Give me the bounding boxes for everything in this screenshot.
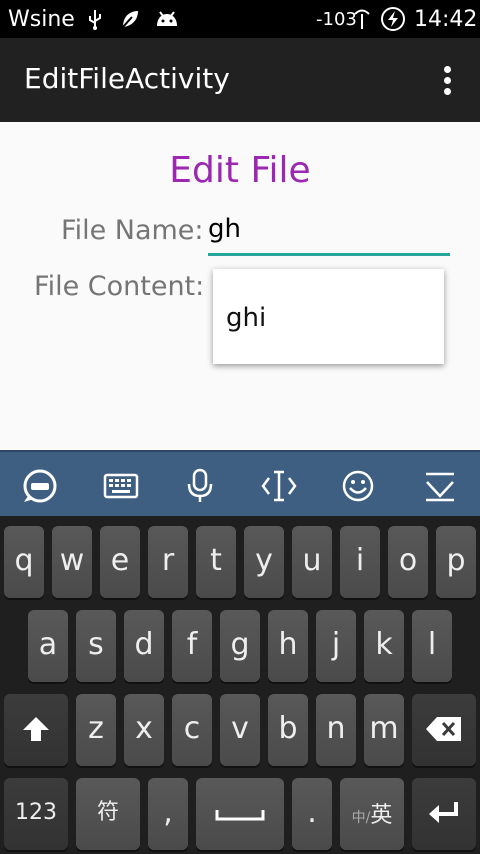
key-z[interactable]: z [76,694,116,766]
key-r[interactable]: r [148,526,188,598]
language-switch-key[interactable]: 中/英 [340,778,404,850]
signal-strength: -103 [316,9,357,30]
key-w[interactable]: w [52,526,92,598]
backspace-icon [426,717,461,741]
key-f[interactable]: f [172,610,212,682]
overflow-menu-icon[interactable] [436,62,460,98]
shift-arrow-icon [23,717,49,741]
period-key[interactable]: . [292,778,332,850]
key-h[interactable]: h [268,610,308,682]
carrier-name: Wsine [8,7,75,32]
battery-charging-icon [381,7,405,31]
key-p[interactable]: p [436,526,476,598]
key-x[interactable]: x [124,694,164,766]
wifi-icon [354,9,370,29]
key-k[interactable]: k [364,610,404,682]
emoji-icon[interactable] [338,466,378,506]
key-t[interactable]: t [196,526,236,598]
key-u[interactable]: u [292,526,332,598]
symbols-key[interactable]: 符 [76,778,140,850]
ime-toolbar [0,450,480,516]
autocomplete-dropdown[interactable]: ghi [213,269,444,364]
app-bar: EditFileActivity [0,38,480,122]
language-chinese-label: 中/ [351,810,371,826]
key-i[interactable]: i [340,526,380,598]
enter-icon [429,802,458,823]
shift-key[interactable] [4,694,68,766]
key-v[interactable]: v [220,694,260,766]
soft-keyboard: q w e r t y u i o p a s d f g h j k l z … [0,516,480,854]
microphone-icon[interactable] [180,466,220,506]
language-english-label: 英 [370,803,393,828]
file-content-label: File Content: [34,271,205,302]
space-key[interactable] [196,778,284,850]
key-q[interactable]: q [4,526,44,598]
key-n[interactable]: n [316,694,356,766]
file-name-input[interactable]: gh [208,214,450,256]
clock: 14:42 [414,7,478,32]
edit-file-form: Edit File File Name: gh File Content: gh… [0,122,480,450]
keyboard-icon[interactable] [101,466,141,506]
key-g[interactable]: g [220,610,260,682]
usb-icon [89,10,101,30]
status-bar: Wsine -103 14:42 [0,0,480,38]
key-s[interactable]: s [76,610,116,682]
key-b[interactable]: b [268,694,308,766]
key-o[interactable]: o [388,526,428,598]
ifly-logo-icon[interactable] [20,466,60,506]
key-j[interactable]: j [316,610,356,682]
android-icon [157,11,177,26]
hide-keyboard-icon[interactable] [420,466,460,506]
enter-key[interactable] [412,778,476,850]
key-e[interactable]: e [100,526,140,598]
text-cursor-icon[interactable] [259,466,299,506]
numbers-key[interactable]: 123 [4,778,68,850]
key-c[interactable]: c [172,694,212,766]
key-a[interactable]: a [28,610,68,682]
key-y[interactable]: y [244,526,284,598]
comma-key[interactable]: , [148,778,188,850]
key-m[interactable]: m [364,694,404,766]
page-title: Edit File [169,150,311,191]
key-d[interactable]: d [124,610,164,682]
key-l[interactable]: l [412,610,452,682]
file-name-label: File Name: [61,215,204,246]
leaf-icon [122,11,138,28]
activity-title: EditFileActivity [24,62,230,95]
backspace-key[interactable] [412,694,476,766]
autocomplete-item[interactable]: ghi [226,303,266,333]
space-bar-icon [215,810,265,821]
